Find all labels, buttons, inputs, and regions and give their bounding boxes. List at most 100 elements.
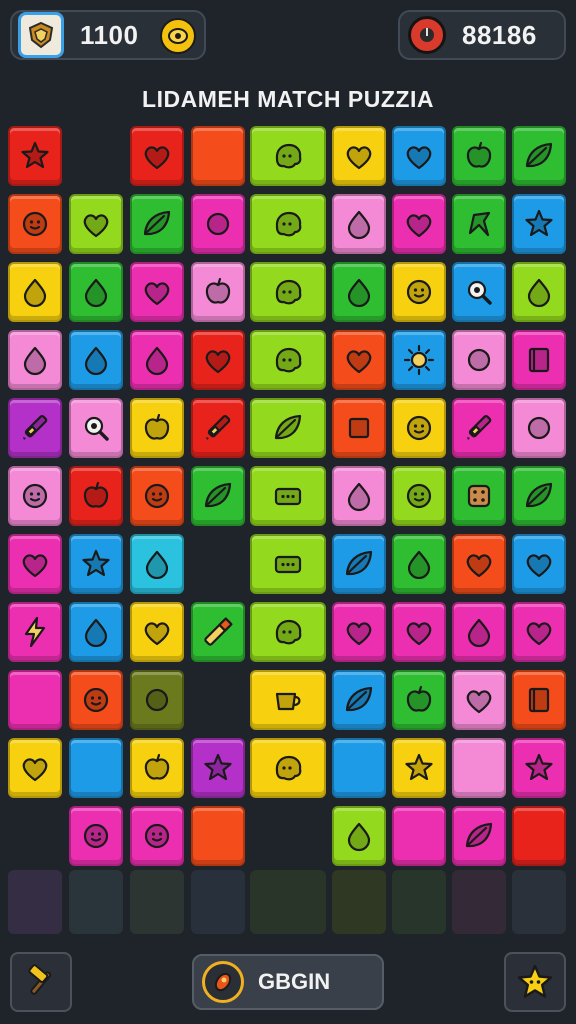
tile-pink-heart[interactable] [8,534,62,594]
star-button[interactable] [504,952,566,1012]
tile-pink-heart[interactable] [332,602,386,662]
start-button[interactable]: GBGIN [192,954,384,1010]
tile-yellow-apple[interactable] [130,738,184,798]
tile-green-drop[interactable] [69,262,123,322]
tile-green-leaf[interactable] [512,466,566,526]
tile-yellow-heart[interactable] [8,738,62,798]
heart-icon [526,554,552,578]
tile-lightpink-apple[interactable] [191,262,245,322]
tile-green-drop[interactable] [332,262,386,322]
tile-red-apple[interactable] [69,466,123,526]
tile-green-pencil[interactable] [191,602,245,662]
tile-cyan-drop[interactable] [130,534,184,594]
tile-lightpink[interactable] [452,738,506,798]
tile-orange-face[interactable] [69,670,123,730]
tile-orange-heart[interactable] [332,330,386,390]
tile-lime-box[interactable] [250,534,326,594]
tile-purple-brush[interactable] [8,398,62,458]
tile-pink[interactable] [8,670,62,730]
tile-lime-blob[interactable] [250,194,326,254]
tile-blue-leaf[interactable] [332,534,386,594]
tile-lightpink-heart[interactable] [452,670,506,730]
tile-lightpink-circle[interactable] [512,398,566,458]
tile-lightpink-drop[interactable] [332,466,386,526]
tile-red-heart[interactable] [191,330,245,390]
tile-blue-drop[interactable] [69,602,123,662]
tile-pink-circle[interactable] [191,194,245,254]
tile-lime-blob[interactable] [250,602,326,662]
rank-badge-icon[interactable] [18,12,64,58]
tile-orange-book[interactable] [512,670,566,730]
tile-orange-square[interactable] [332,398,386,458]
tile-pink-brush[interactable] [452,398,506,458]
tile-lime-face[interactable] [392,466,446,526]
tile-purple-star[interactable] [191,738,245,798]
tile-lightpink-drop[interactable] [8,330,62,390]
tile-yellow-face[interactable] [392,398,446,458]
tile-yellow-face[interactable] [392,262,446,322]
drop-icon [145,346,169,376]
tile-lime-drop[interactable] [512,262,566,322]
tile-lightpink-face[interactable] [8,466,62,526]
tile-red[interactable] [512,806,566,866]
tile-green-leaf[interactable] [512,126,566,186]
tile-green-dice[interactable] [452,466,506,526]
tile-blue-sun[interactable] [392,330,446,390]
tile-red-star[interactable] [8,126,62,186]
tile-green-arrow[interactable] [452,194,506,254]
tile-olive-circle[interactable] [130,670,184,730]
tile-green-apple[interactable] [392,670,446,730]
tile-yellow-cup[interactable] [250,670,326,730]
tile-yellow-heart[interactable] [332,126,386,186]
tile-lightpink-circle[interactable] [452,330,506,390]
tile-green-leaf[interactable] [191,466,245,526]
hammer-button[interactable] [10,952,72,1012]
tile-lightpink-magnifier[interactable] [69,398,123,458]
tile-pink-heart[interactable] [392,194,446,254]
tile-blue[interactable] [332,738,386,798]
tile-pink[interactable] [392,806,446,866]
tile-pink-heart[interactable] [392,602,446,662]
tile-red-brush[interactable] [191,398,245,458]
tile-green-leaf[interactable] [130,194,184,254]
tile-blue-heart[interactable] [512,534,566,594]
tile-lime-drop[interactable] [332,806,386,866]
tile-lime-box[interactable] [250,466,326,526]
tile-pink-bolt[interactable] [8,602,62,662]
tile-pink-heart[interactable] [512,602,566,662]
tile-orange-face[interactable] [130,466,184,526]
tile-pink-star[interactable] [512,738,566,798]
tile-pink-face[interactable] [69,806,123,866]
tile-pink-heart[interactable] [130,262,184,322]
tile-lime-leaf[interactable] [250,398,326,458]
tile-pink-drop[interactable] [130,330,184,390]
tile-orange-heart[interactable] [452,534,506,594]
tile-pink-book[interactable] [512,330,566,390]
tile-blue[interactable] [69,738,123,798]
tile-pink-drop[interactable] [452,602,506,662]
tile-orange[interactable] [191,126,245,186]
tile-blue-star[interactable] [69,534,123,594]
tile-blue-leaf[interactable] [332,670,386,730]
tile-lime-blob[interactable] [250,262,326,322]
tile-yellow-blob[interactable] [250,738,326,798]
tile-pink-leaf[interactable] [452,806,506,866]
tile-orange-face[interactable] [8,194,62,254]
tile-pink-face[interactable] [130,806,184,866]
tile-blue-star[interactable] [512,194,566,254]
tile-yellow-star[interactable] [392,738,446,798]
tile-green-apple[interactable] [452,126,506,186]
tile-lime-heart[interactable] [69,194,123,254]
tile-blue-magnifier[interactable] [452,262,506,322]
tile-red-heart[interactable] [130,126,184,186]
tile-green-drop[interactable] [392,534,446,594]
tile-orange[interactable] [191,806,245,866]
tile-blue-drop[interactable] [69,330,123,390]
tile-yellow-apple[interactable] [130,398,184,458]
tile-lime-blob[interactable] [250,330,326,390]
tile-lightpink-drop[interactable] [332,194,386,254]
tile-blue-heart[interactable] [392,126,446,186]
tile-yellow-heart[interactable] [130,602,184,662]
tile-lime-blob[interactable] [250,126,326,186]
tile-yellow-drop[interactable] [8,262,62,322]
